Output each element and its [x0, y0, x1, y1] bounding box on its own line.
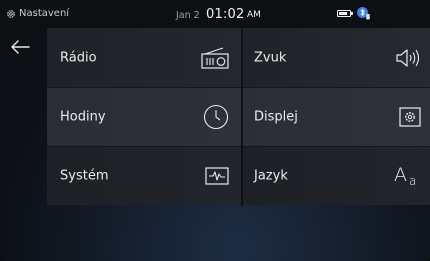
menu-item-sound[interactable]: Zvuk [243, 28, 430, 87]
divider [47, 87, 430, 88]
menu-item-label: Jazyk [254, 168, 288, 183]
gear-icon [6, 9, 16, 19]
svg-text:a: a [409, 174, 416, 188]
battery-level [339, 12, 347, 15]
menu-item-display[interactable]: Displej [243, 87, 430, 146]
app-title: Nastavení [19, 8, 70, 19]
menu-item-radio[interactable]: Rádio [47, 28, 241, 87]
battery-icon [337, 10, 353, 17]
status-ampm: AM [247, 10, 261, 20]
settings-menu: Rádio Zvuk Hodiny Displej Systém Jazyk A… [47, 28, 430, 206]
menu-item-system[interactable]: Systém [47, 146, 241, 205]
menu-item-label: Zvuk [254, 50, 287, 65]
menu-item-label: Systém [60, 168, 109, 183]
display-settings-icon [399, 106, 421, 127]
bluetooth-phone-icon [356, 5, 370, 21]
speaker-icon [395, 47, 421, 69]
status-bar: Nastavení Jan 2 01:02 AM [0, 0, 430, 28]
clock-icon [203, 104, 229, 130]
menu-item-clock[interactable]: Hodiny [47, 87, 241, 146]
settings-screen: Nastavení Jan 2 01:02 AM Rádio Zvuk Hodi… [0, 0, 430, 261]
divider [47, 146, 430, 147]
back-button[interactable] [6, 35, 34, 59]
status-date: Jan 2 [176, 10, 200, 21]
divider [241, 28, 243, 206]
system-monitor-icon [205, 166, 229, 185]
svg-text:A: A [394, 164, 407, 186]
back-arrow-icon [11, 40, 30, 54]
status-time: 01:02 [206, 7, 245, 22]
menu-item-language[interactable]: Jazyk A a [243, 146, 430, 205]
menu-item-label: Displej [254, 109, 298, 124]
menu-item-label: Rádio [60, 50, 97, 65]
language-icon: A a [393, 164, 421, 188]
menu-item-label: Hodiny [60, 109, 106, 124]
status-title: Nastavení [6, 8, 69, 19]
radio-icon [201, 46, 229, 69]
